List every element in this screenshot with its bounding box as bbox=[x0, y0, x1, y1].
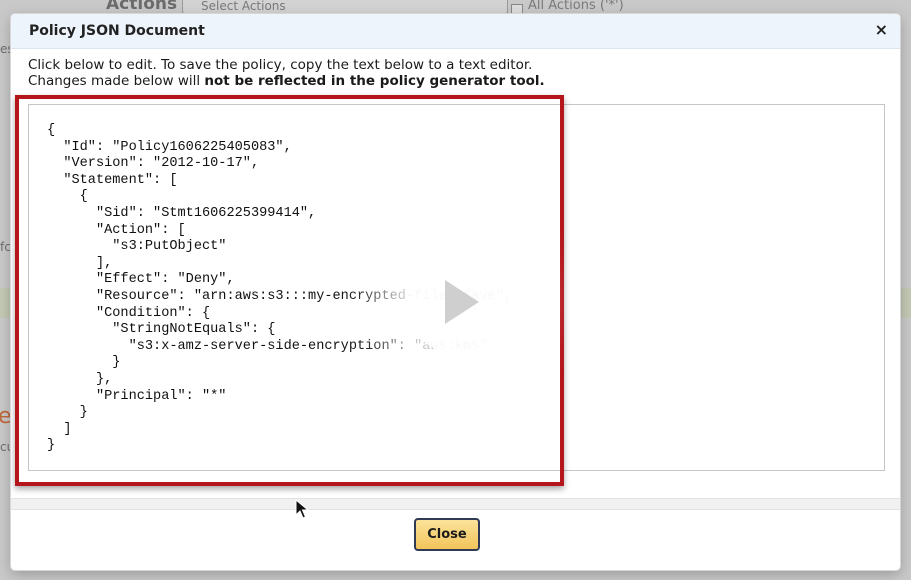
bg-actions-label: Actions bbox=[106, 0, 178, 14]
play-button[interactable] bbox=[405, 250, 509, 354]
dialog-title: Policy JSON Document bbox=[29, 23, 205, 39]
dialog-instructions: Click below to edit. To save the policy,… bbox=[28, 57, 545, 89]
bg-actions-select: Select Actions bbox=[182, 0, 508, 15]
policy-json-dialog: Policy JSON Document × Click below to ed… bbox=[11, 14, 900, 570]
close-button[interactable]: Close bbox=[414, 518, 480, 551]
mouse-cursor-icon bbox=[295, 499, 309, 519]
bg-all-actions-label: All Actions ('*') bbox=[528, 0, 624, 13]
dialog-header: Policy JSON Document × bbox=[11, 14, 900, 49]
instructions-line2: Changes made below will not be reflected… bbox=[28, 73, 545, 89]
play-icon bbox=[445, 280, 479, 324]
dialog-footer-divider bbox=[11, 498, 900, 510]
bg-all-actions-checkbox bbox=[511, 4, 523, 14]
instructions-line1: Click below to edit. To save the policy,… bbox=[28, 57, 533, 73]
instructions-warning: not be reflected in the policy generator… bbox=[204, 73, 545, 89]
close-icon[interactable]: × bbox=[875, 20, 888, 39]
instructions-line2-prefix: Changes made below will bbox=[28, 73, 205, 89]
bg-edge-heading: e bbox=[0, 404, 12, 429]
